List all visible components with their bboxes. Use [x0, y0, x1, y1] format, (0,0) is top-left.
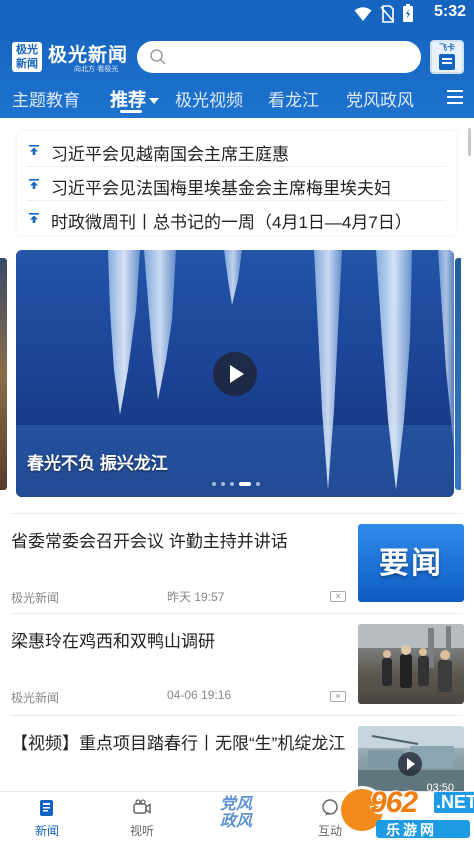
news-thumbnail: 要闻 [358, 524, 464, 602]
carousel-dot-active[interactable] [239, 482, 251, 486]
tab-label: 看龙江 [268, 91, 319, 110]
site-watermark: 962 .NET 乐游网 [336, 778, 474, 842]
status-bar: 5:32 [0, 0, 474, 26]
news-time: 昨天 19:57 [167, 590, 225, 604]
headline-list: 习近平会见越南国会主席王庭惠 习近平会见法国梅里埃基金会主席梅里埃夫妇 时政微周… [17, 131, 456, 235]
carousel-dot[interactable] [221, 482, 225, 486]
headline-item[interactable]: 习近平会见越南国会主席王庭惠 [17, 133, 456, 167]
app-screen: 5:32 极光 新闻 极光新闻 向北方·看极光 飞卡 主题教育 推荐 极光视频 … [0, 0, 474, 842]
headline-item[interactable]: 时政微周刊丨总书记的一周（4月1日—4月7日） [17, 201, 456, 235]
logo-mark-line1: 极光 [16, 44, 38, 56]
tab-aurora-video[interactable]: 极光视频 [175, 86, 243, 111]
divider [11, 513, 463, 514]
tab-label: 推荐 [110, 90, 146, 110]
news-title: 梁惠玲在鸡西和双鸭山调研 [11, 632, 215, 651]
wifi-icon [354, 6, 372, 21]
pin-top-icon [29, 213, 39, 223]
carousel-dot[interactable] [212, 482, 216, 486]
scrollbar[interactable] [468, 128, 471, 156]
pin-top-icon [29, 179, 39, 189]
feika-label: 飞卡 [439, 43, 455, 52]
logo-mark: 极光 新闻 [12, 42, 42, 72]
news-title: 省委常委会召开会议 许勤主持并讲话 [11, 532, 288, 551]
nav-news[interactable]: 新闻 [17, 792, 77, 842]
people-photo [358, 624, 464, 692]
feika-button[interactable]: 飞卡 [430, 40, 464, 74]
app-header: 极光 新闻 极光新闻 向北方·看极光 飞卡 主题教育 推荐 极光视频 看龙江 党… [0, 26, 474, 118]
menu-icon[interactable] [447, 90, 463, 104]
divider [11, 613, 463, 614]
carousel-next-peek[interactable] [455, 258, 461, 490]
news-icon [40, 800, 53, 816]
app-logo: 极光新闻 [48, 45, 129, 66]
play-button[interactable] [398, 752, 422, 776]
clock: 5:32 [433, 3, 466, 20]
news-source: 极光新闻 [11, 591, 60, 605]
headline-text: 时政微周刊丨总书记的一周（4月1日—4月7日） [51, 213, 412, 232]
tab-label: 主题教育 [12, 91, 80, 110]
video-camera-icon [133, 799, 151, 814]
app-slogan: 向北方·看极光 [74, 66, 119, 73]
news-item[interactable]: 梁惠玲在鸡西和双鸭山调研 极光新闻 04-06 19:16 × [0, 613, 474, 715]
tab-party-style[interactable]: 党风政风 [346, 86, 414, 111]
play-button[interactable] [213, 352, 257, 396]
tab-theme-education[interactable]: 主题教育 [12, 86, 80, 111]
nav-party-style[interactable]: 党风 政风 [210, 796, 262, 830]
active-tab-indicator [120, 110, 142, 113]
pin-top-icon [29, 145, 39, 155]
nav-video[interactable]: 视听 [112, 792, 172, 842]
logo-mark-line2: 新闻 [16, 58, 38, 70]
tab-longjiang[interactable]: 看龙江 [268, 86, 319, 111]
carousel-caption: 春光不负 振兴龙江 [27, 454, 168, 473]
tab-label: 极光视频 [175, 91, 243, 110]
dismiss-icon[interactable]: × [330, 691, 346, 702]
watermark-number: 962 [370, 786, 418, 819]
news-source: 极光新闻 [11, 691, 60, 705]
headline-text: 习近平会见法国梅里埃基金会主席梅里埃夫妇 [51, 179, 391, 198]
carousel-prev-peek[interactable] [0, 258, 7, 490]
tab-recommend[interactable]: 推荐 [110, 86, 159, 112]
carousel-dot[interactable] [256, 482, 260, 486]
news-item[interactable]: 省委常委会召开会议 许勤主持并讲话 极光新闻 昨天 19:57 × 要闻 [0, 513, 474, 613]
divider [11, 715, 463, 716]
tab-label: 党风政风 [346, 91, 414, 110]
carousel-dot[interactable] [230, 482, 234, 486]
feika-card-icon [439, 54, 455, 70]
headline-item[interactable]: 习近平会见法国梅里埃基金会主席梅里埃夫妇 [17, 167, 456, 201]
news-title: 【视频】重点项目踏春行丨无限“生”机绽龙江 [11, 734, 346, 753]
watermark-name: 乐游网 [386, 822, 437, 838]
news-thumbnail [358, 624, 464, 704]
nav-label: 新闻 [34, 824, 59, 838]
no-sim-icon [380, 4, 394, 23]
dismiss-icon[interactable]: × [330, 591, 346, 602]
news-time: 04-06 19:16 [167, 688, 232, 702]
chevron-down-icon [149, 98, 159, 105]
carousel-dots [212, 482, 260, 486]
thumbnail-label: 要闻 [379, 547, 443, 580]
watermark-domain: .NET [434, 792, 474, 813]
nav-label: 视听 [129, 824, 154, 838]
search-input[interactable] [137, 41, 421, 73]
channel-tabs: 主题教育 推荐 极光视频 看龙江 党风政风 [0, 84, 474, 113]
status-icons [354, 4, 414, 23]
headline-text: 习近平会见越南国会主席王庭惠 [51, 145, 289, 164]
battery-icon [403, 4, 413, 22]
search-icon [150, 49, 166, 65]
